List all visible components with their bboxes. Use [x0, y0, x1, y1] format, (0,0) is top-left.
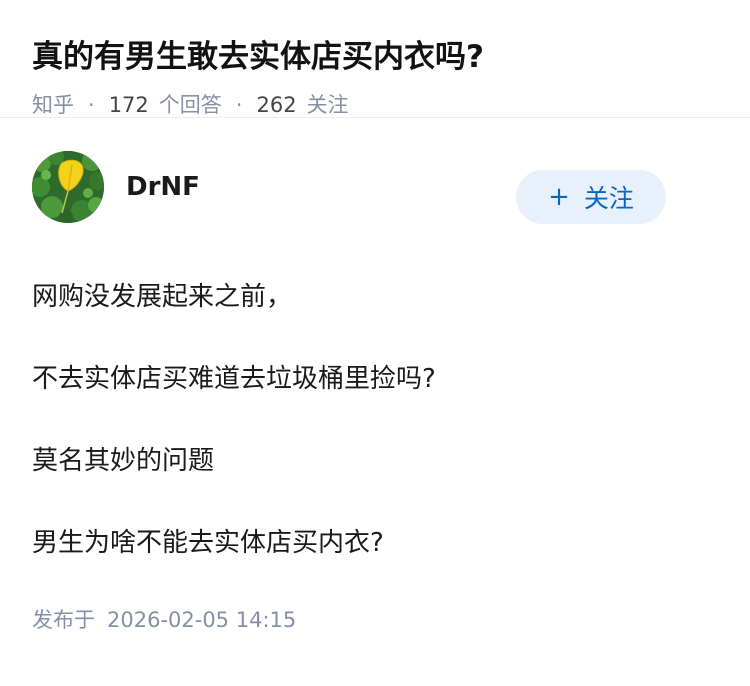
question-header: 真的有男生敢去实体店买内衣吗? 知乎 · 172 个回答 · 262 关注 — [0, 0, 750, 118]
publish-info: 发布于 2026-02-05 14:15 — [32, 604, 718, 634]
plus-icon: + — [548, 182, 570, 212]
question-meta: 知乎 · 172 个回答 · 262 关注 — [32, 90, 718, 120]
answer-count-label[interactable]: 个回答 — [159, 90, 222, 120]
question-title[interactable]: 真的有男生敢去实体店买内衣吗? — [32, 34, 718, 80]
answer-card: DrNF + 关注 网购没发展起来之前， 不去实体店买难道去垃圾桶里捡吗? 莫名… — [0, 118, 750, 634]
published-label: 发布于 — [32, 608, 95, 632]
follow-button[interactable]: + 关注 — [516, 170, 666, 224]
answer-paragraph: 莫名其妙的问题 — [32, 446, 215, 476]
meta-separator: · — [235, 93, 243, 117]
answer-paragraph: 网购没发展起来之前， — [32, 282, 293, 312]
answer-paragraph: 男生为啥不能去实体店买内衣? — [32, 528, 384, 558]
follow-label: 关注 — [583, 184, 634, 213]
answer-count: 172 — [108, 93, 149, 117]
answer-content: 网购没发展起来之前， 不去实体店买难道去垃圾桶里捡吗? 莫名其妙的问题 男生为啥… — [32, 246, 718, 562]
follower-count-label: 关注 — [306, 93, 349, 117]
published-time: 2026-02-05 14:15 — [107, 608, 297, 632]
meta-separator: · — [88, 93, 95, 117]
avatar[interactable] — [32, 151, 104, 223]
answer-paragraph: 不去实体店买难道去垃圾桶里捡吗? — [32, 364, 436, 394]
ginkgo-leaf-avatar-icon — [32, 151, 104, 223]
source-label[interactable]: 知乎 — [32, 90, 74, 120]
author-info: DrNF + 关注 — [32, 118, 718, 246]
follower-count: 262 — [256, 93, 297, 117]
author-name[interactable]: DrNF — [126, 172, 200, 202]
